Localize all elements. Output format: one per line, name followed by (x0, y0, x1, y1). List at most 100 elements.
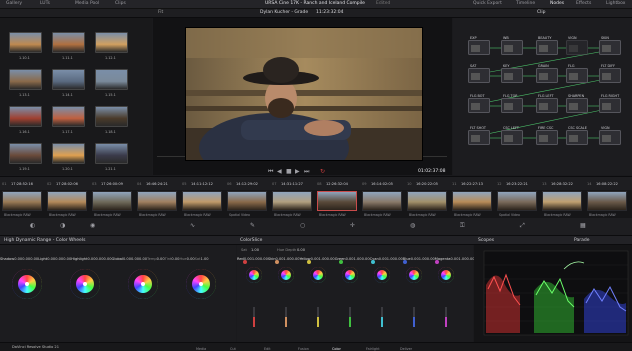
gallery-still[interactable] (52, 32, 85, 53)
slice-depth-value[interactable]: 0.00 (292, 257, 300, 261)
color-node[interactable] (566, 68, 588, 83)
slice-sat-value[interactable]: 1.00 (354, 257, 362, 261)
viewer-frame[interactable] (185, 27, 423, 161)
slice-wheel[interactable] (438, 267, 454, 283)
timeline-clip[interactable] (272, 191, 312, 211)
page-tab-cut[interactable]: Cut (230, 347, 236, 351)
page-tab-color[interactable]: Color (332, 347, 341, 351)
color-node[interactable] (468, 98, 490, 113)
lightbox-tab[interactable]: Lightbox (606, 1, 625, 7)
color-node[interactable] (566, 98, 588, 113)
page-tab-fairlight[interactable]: Fairlight (366, 347, 380, 351)
color-node[interactable] (599, 98, 621, 113)
color-node[interactable] (566, 130, 588, 145)
timeline-clip[interactable] (227, 191, 267, 211)
timeline-clip[interactable] (137, 191, 177, 211)
wheel-center-dot[interactable] (199, 282, 203, 286)
color-node[interactable] (468, 68, 490, 83)
curves-icon[interactable]: ∿ (190, 223, 195, 229)
camera-raw-icon[interactable]: ◐ (30, 223, 35, 229)
timeline-clip[interactable] (47, 191, 87, 211)
blur-icon[interactable]: ◍ (410, 223, 415, 229)
color-node[interactable] (468, 130, 490, 145)
page-tab-media[interactable]: Media (196, 347, 206, 351)
slice-sat-value[interactable]: 1.00 (387, 257, 395, 261)
wheel-center-dot[interactable] (83, 282, 87, 286)
slice-slider[interactable] (381, 307, 383, 327)
slice-depth-value[interactable]: 0.00 (260, 257, 268, 261)
qualifier-icon[interactable]: ✎ (250, 223, 255, 229)
reverse-icon[interactable]: ◀ (277, 169, 282, 175)
gallery-still[interactable] (9, 69, 42, 90)
timeline-clip[interactable] (407, 191, 447, 211)
gallery-still[interactable] (52, 143, 85, 164)
slice-sat-value[interactable]: 1.00 (251, 248, 259, 253)
wheel-value[interactable]: 0.00 (131, 257, 139, 261)
wheel-center-dot[interactable] (25, 282, 29, 286)
slice-wheel[interactable] (246, 267, 262, 283)
color-node[interactable] (501, 98, 523, 113)
gallery-still[interactable] (9, 106, 42, 127)
color-node[interactable] (536, 98, 558, 113)
gallery-still[interactable] (95, 106, 128, 127)
slice-slider[interactable] (317, 307, 319, 327)
clips-tab[interactable]: Clips (115, 1, 126, 7)
gallery-still[interactable] (9, 32, 42, 53)
slice-slider[interactable] (253, 307, 255, 327)
timeline-clip[interactable] (452, 191, 492, 211)
first-frame-icon[interactable]: ⏮ (268, 169, 273, 175)
slice-hue-value[interactable]: 0.00 (411, 257, 419, 261)
page-tab-deliver[interactable]: Deliver (400, 347, 412, 351)
slice-wheel[interactable] (310, 267, 326, 283)
wheel-value[interactable]: 0.00 (87, 257, 95, 261)
timeline-clip[interactable] (587, 191, 627, 211)
slice-wheel[interactable] (374, 267, 390, 283)
wheel-value[interactable]: 0.00 (14, 257, 22, 261)
color-node[interactable] (501, 68, 523, 83)
color-node[interactable] (566, 40, 588, 55)
color-node[interactable] (599, 68, 621, 83)
color-node[interactable] (536, 40, 558, 55)
wheel-footer-value[interactable]: 0.00 (187, 257, 195, 261)
slice-wheel[interactable] (342, 267, 358, 283)
slice-depth-value[interactable]: 0.00 (395, 257, 403, 261)
zoom-select[interactable]: Fit (158, 10, 163, 16)
slice-wheel[interactable] (278, 267, 294, 283)
slice-wheel[interactable] (406, 267, 422, 283)
wheel-center-dot[interactable] (141, 282, 145, 286)
media-pool-tab[interactable]: Media Pool (75, 1, 99, 7)
slice-hue-value[interactable]: 0.00 (450, 257, 458, 261)
wheel-footer-value[interactable]: 0.00 (157, 257, 165, 261)
timeline-clip[interactable] (542, 191, 582, 211)
wheel-value[interactable]: 0.00 (104, 257, 112, 261)
slice-slider[interactable] (445, 307, 447, 327)
slice-hue-value[interactable]: 0.00 (311, 257, 319, 261)
wheels-icon[interactable]: ◉ (90, 223, 95, 229)
nodes-tab[interactable]: Nodes (550, 1, 564, 7)
key-icon[interactable]: ⚿ (460, 223, 465, 229)
color-wheel[interactable] (12, 269, 42, 299)
timeline-tab[interactable]: Timeline (516, 1, 535, 7)
gallery-still[interactable] (9, 143, 42, 164)
gallery-still[interactable] (95, 143, 128, 164)
timeline-clip[interactable] (317, 191, 357, 211)
slice-hue-value[interactable]: 0.00 (379, 257, 387, 261)
slice-sat-value[interactable]: 1.00 (459, 257, 467, 261)
timeline-clip[interactable] (92, 191, 132, 211)
color-node[interactable] (536, 68, 558, 83)
slice-hue-value[interactable]: 0.00 (346, 257, 354, 261)
color-node[interactable] (501, 40, 523, 55)
wheel-footer-value[interactable]: 1.00 (201, 257, 209, 261)
color-node[interactable] (468, 40, 490, 55)
tracker-icon[interactable]: ✛ (350, 223, 355, 229)
scopes-icon[interactable]: ▦ (580, 223, 586, 229)
page-tab-fusion[interactable]: Fusion (298, 347, 309, 351)
slice-sat-value[interactable]: 1.00 (319, 257, 327, 261)
timeline-clip[interactable] (2, 191, 42, 211)
color-match-icon[interactable]: ◑ (60, 223, 65, 229)
stop-icon[interactable]: ■ (286, 169, 292, 175)
slice-slider[interactable] (413, 307, 415, 327)
last-frame-icon[interactable]: ⏭ (304, 169, 309, 175)
color-node[interactable] (599, 40, 621, 55)
slice-sat-value[interactable]: 1.00 (419, 257, 427, 261)
